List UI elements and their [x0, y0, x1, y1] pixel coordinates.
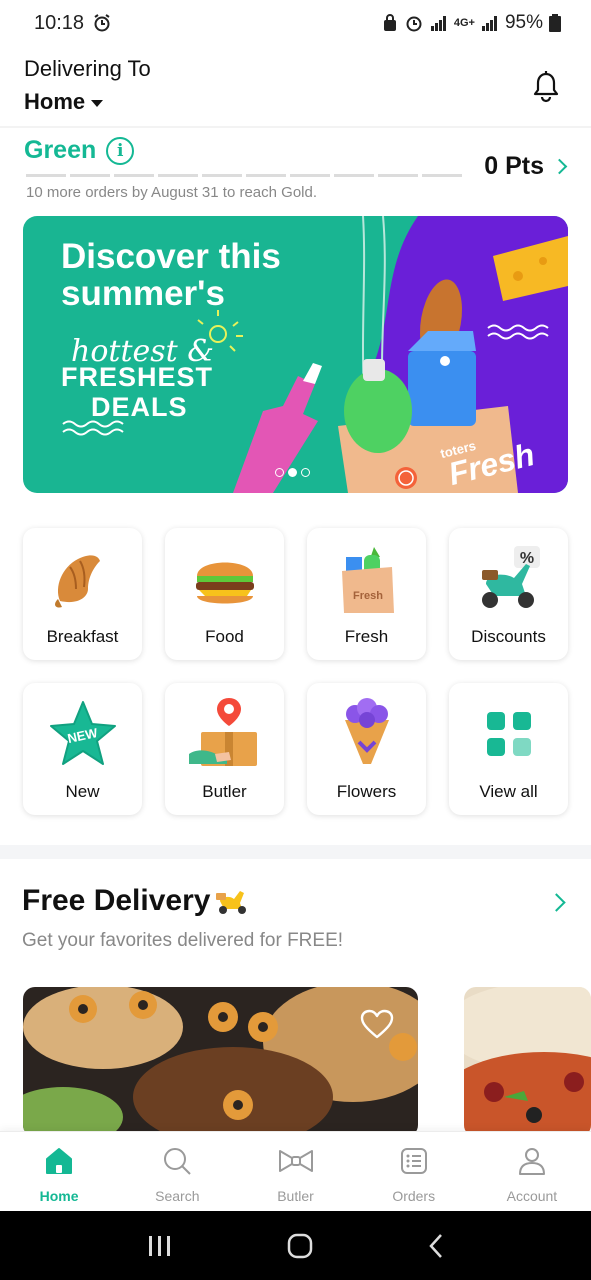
battery-icon — [549, 14, 561, 32]
restaurant-image — [23, 987, 418, 1137]
free-delivery-see-all[interactable] — [547, 893, 566, 914]
new-star-icon: NEW — [49, 701, 116, 765]
status-bar: 10:18 4G+ 95% — [0, 0, 591, 46]
category-label: Discounts — [471, 627, 546, 646]
info-icon[interactable]: i — [106, 136, 135, 165]
banner-line-2: DEALS — [91, 392, 188, 422]
system-navigation-bar — [0, 1211, 591, 1280]
home-button-icon[interactable] — [287, 1233, 313, 1259]
carousel-dot[interactable] — [275, 468, 284, 477]
divider — [0, 126, 591, 128]
category-label: Food — [205, 627, 244, 646]
category-label: View all — [479, 782, 538, 801]
section-divider — [0, 845, 591, 859]
chevron-right-icon — [551, 158, 568, 175]
nav-account[interactable]: Account — [473, 1132, 591, 1211]
category-new[interactable]: NEW New — [23, 683, 142, 815]
grocery-bag-icon: Fresh — [341, 547, 394, 613]
restaurant-card[interactable] — [23, 987, 418, 1137]
carousel-dot[interactable] — [301, 468, 310, 477]
network-type: 4G+ — [453, 17, 475, 29]
chevron-right-icon — [547, 893, 566, 912]
bottom-navigation: Home Search Butler Orders Account — [0, 1131, 591, 1211]
tier-progress-note: 10 more orders by August 31 to reach Gol… — [26, 184, 317, 201]
signal-icon — [481, 16, 497, 31]
nav-butler[interactable]: Butler — [236, 1132, 354, 1211]
caret-down-icon — [91, 99, 104, 107]
delivery-location: Home — [24, 89, 86, 114]
nav-label: Home — [39, 1188, 79, 1204]
svg-text:%: % — [519, 550, 533, 567]
recent-apps-icon[interactable] — [147, 1234, 173, 1258]
points-value: 0 Pts — [484, 152, 544, 180]
category-label: Breakfast — [46, 627, 119, 646]
carousel-dots[interactable] — [275, 468, 310, 477]
delivery-location-selector[interactable]: Home — [24, 89, 104, 115]
category-flowers[interactable]: Flowers — [307, 683, 426, 815]
battery-percent: 95% — [504, 12, 543, 33]
restaurant-card[interactable] — [464, 987, 591, 1137]
loyalty-tier: Green — [24, 136, 97, 164]
carousel-dot[interactable] — [288, 468, 297, 477]
category-discounts[interactable]: % Discounts — [449, 528, 568, 660]
orders-list-icon — [400, 1148, 427, 1174]
bowtie-icon — [278, 1150, 313, 1172]
home-icon — [46, 1148, 73, 1174]
nav-orders[interactable]: Orders — [355, 1132, 473, 1211]
category-view-all[interactable]: View all — [449, 683, 568, 815]
app-header: Delivering To Home — [0, 46, 591, 128]
status-time: 10:18 — [34, 11, 85, 34]
nav-label: Search — [155, 1188, 200, 1204]
category-label: Flowers — [336, 782, 397, 801]
tier-progress-bar — [26, 174, 462, 177]
restaurant-image — [464, 987, 591, 1137]
nav-label: Account — [506, 1188, 558, 1204]
free-delivery-subtitle: Get your favorites delivered for FREE! — [22, 930, 344, 951]
category-label: Fresh — [344, 627, 389, 646]
delivering-to-label: Delivering To — [24, 56, 151, 81]
svg-text:Fresh: Fresh — [353, 590, 383, 602]
loyalty-card[interactable]: Green i 10 more orders by August 31 to r… — [0, 130, 591, 210]
category-label: New — [65, 782, 100, 801]
category-food[interactable]: Food — [165, 528, 284, 660]
lock-app-icon — [383, 14, 396, 31]
category-butler[interactable]: Butler — [165, 683, 284, 815]
favorite-heart-icon[interactable] — [360, 1009, 394, 1039]
nav-search[interactable]: Search — [118, 1132, 236, 1211]
scooter-discount-icon: % — [481, 546, 540, 608]
banner-line-1: FRESHEST — [61, 362, 214, 392]
free-delivery-title: Free Delivery — [22, 884, 211, 917]
banner-title: Discover this summer's — [61, 237, 281, 313]
nav-label: Butler — [277, 1188, 314, 1204]
nav-label: Orders — [392, 1188, 436, 1204]
points-link[interactable]: 0 Pts — [484, 152, 568, 181]
category-breakfast[interactable]: Breakfast — [23, 528, 142, 660]
bouquet-icon — [344, 698, 389, 764]
signal-icon — [430, 16, 446, 31]
category-label: Butler — [202, 782, 247, 801]
burger-icon — [195, 562, 254, 604]
promo-banner[interactable]: Discover this summer's hottest & FRESHES… — [23, 216, 568, 493]
free-delivery-header[interactable]: Free Delivery — [22, 884, 250, 918]
notification-bell-icon[interactable] — [531, 70, 561, 104]
search-icon — [164, 1148, 192, 1175]
user-icon — [518, 1148, 545, 1175]
grid-icon — [486, 712, 531, 756]
nav-home[interactable]: Home — [0, 1132, 118, 1211]
butler-package-icon — [188, 698, 257, 766]
alarm-icon — [94, 14, 110, 32]
category-fresh[interactable]: Fresh Fresh — [307, 528, 426, 660]
alarm-icon — [406, 16, 422, 32]
scooter-icon — [216, 891, 247, 914]
croissant-icon — [54, 555, 100, 608]
back-icon[interactable] — [428, 1233, 444, 1259]
